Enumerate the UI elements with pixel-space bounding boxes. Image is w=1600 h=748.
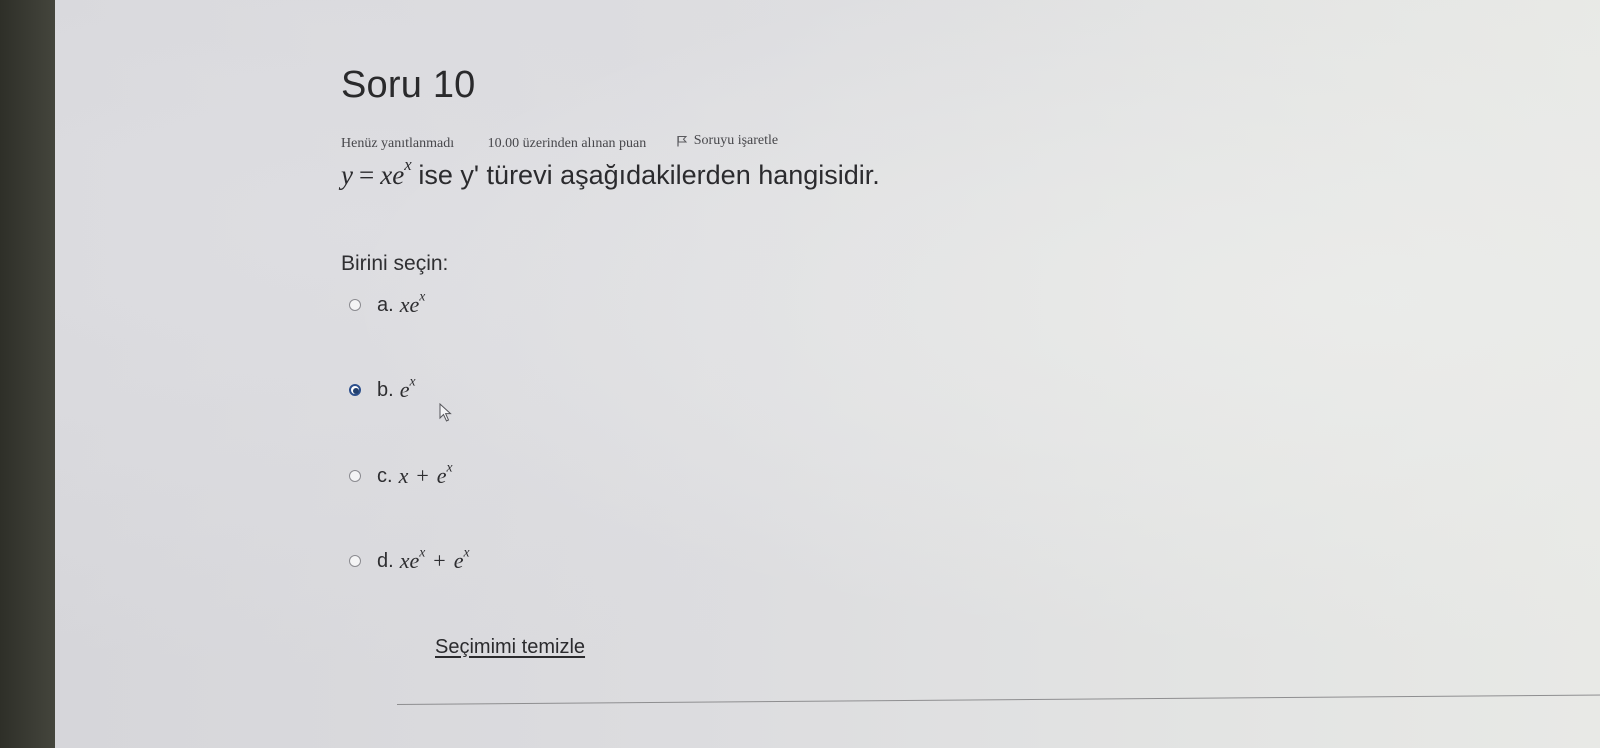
option-letter-d: d. xyxy=(377,549,394,572)
formula-lhs: y xyxy=(341,160,353,190)
question-info: Henüz yanıtlanmadı 10.00 üzerinden alına… xyxy=(341,133,778,152)
option-d-plus: + xyxy=(433,548,446,573)
browser-screen: Soru 10 Henüz yanıtlanmadı 10.00 üzerind… xyxy=(55,0,1600,748)
radio-button-a[interactable] xyxy=(349,299,361,311)
option-d-exponent2: x xyxy=(463,544,470,560)
radio-button-c[interactable] xyxy=(349,470,361,482)
answer-prompt: Birini seçin: xyxy=(341,252,449,275)
option-c-exponent: x xyxy=(446,459,453,475)
option-formula-c: x + ex xyxy=(398,460,453,489)
option-c-term1: x xyxy=(398,463,409,488)
flag-question-label: Soruyu işaretle xyxy=(693,133,779,148)
question-text: y = xex ise y' türevi aşağıdakilerden hang… xyxy=(341,156,880,191)
option-c-plus: + xyxy=(416,463,429,488)
question-statement: ise y' türevi aşağıdakilerden hangisidir… xyxy=(418,160,880,190)
answer-option-a[interactable]: a. xex xyxy=(349,289,426,318)
question-status: Henüz yanıtlanmadı xyxy=(341,136,455,151)
option-d-base1: xe xyxy=(399,548,420,573)
formula-rhs-exponent: x xyxy=(404,154,412,174)
option-letter-b: b. xyxy=(377,378,394,401)
section-divider xyxy=(396,694,1600,705)
answer-option-c[interactable]: c. x + ex xyxy=(349,460,453,489)
mouse-pointer-icon xyxy=(439,403,452,422)
question-formula: y = xex xyxy=(341,156,418,190)
flag-icon xyxy=(677,136,687,147)
option-d-base2: e xyxy=(453,548,464,573)
option-b-exponent: x xyxy=(409,373,416,389)
answer-option-d[interactable]: d. xex + ex xyxy=(349,545,470,574)
option-d-exponent1: x xyxy=(419,544,426,560)
option-formula-a: xex xyxy=(399,289,426,318)
clear-selection-link[interactable]: Seçimimi temizle xyxy=(435,636,585,659)
question-points: 10.00 üzerinden alınan puan xyxy=(487,136,647,151)
option-a-base: xe xyxy=(399,292,420,317)
option-a-exponent: x xyxy=(419,288,426,304)
radio-button-d[interactable] xyxy=(349,555,361,567)
option-formula-b: ex xyxy=(399,374,416,403)
formula-equals: = xyxy=(358,160,375,190)
option-letter-c: c. xyxy=(377,464,393,487)
option-c-base: e xyxy=(436,463,447,488)
monitor-bezel xyxy=(0,0,62,748)
flag-question-link[interactable]: Soruyu işaretle xyxy=(676,133,778,149)
option-formula-d: xex + ex xyxy=(399,545,470,574)
option-b-base: e xyxy=(399,377,410,402)
answer-option-b[interactable]: b. ex xyxy=(349,374,416,403)
question-title: Soru 10 xyxy=(341,64,476,106)
option-letter-a: a. xyxy=(377,293,394,316)
radio-button-b[interactable] xyxy=(349,384,361,396)
formula-rhs-base: xe xyxy=(380,160,405,190)
